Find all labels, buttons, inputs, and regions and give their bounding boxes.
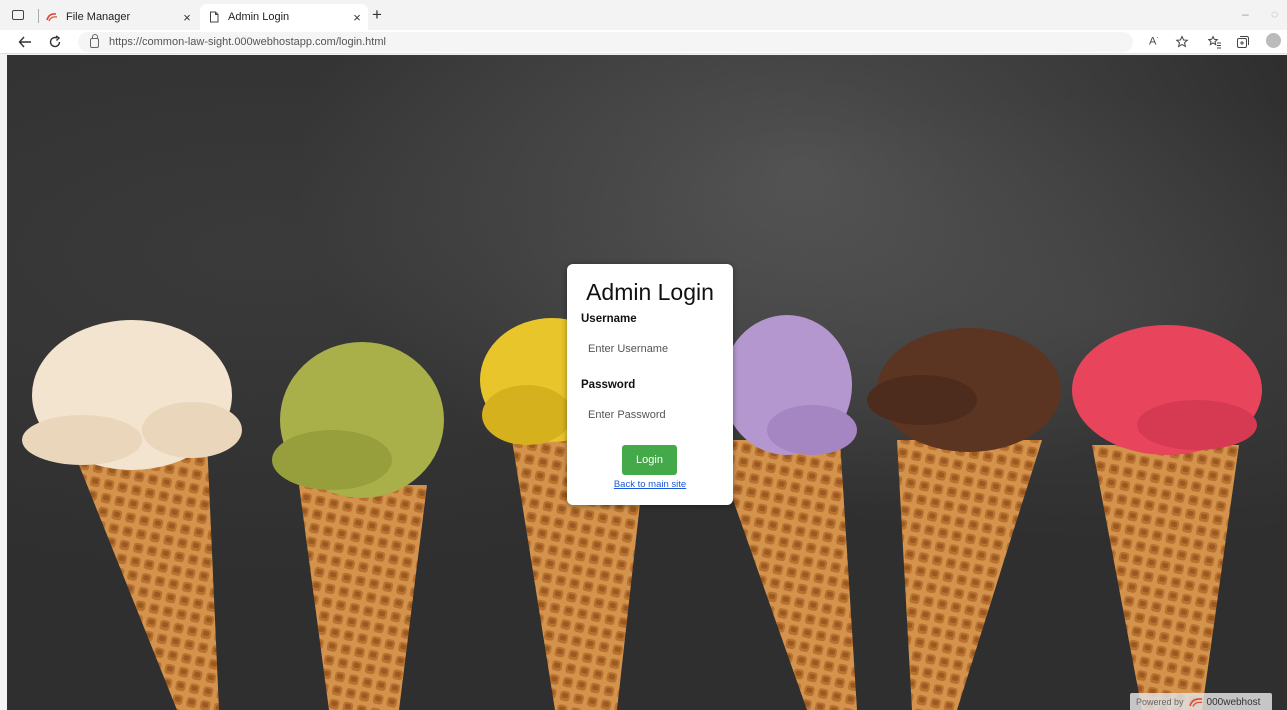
login-card: Admin Login Username Password Login Back…	[567, 264, 733, 505]
favorites-list-icon[interactable]	[1208, 35, 1222, 49]
url-text: https://common-law-sight.000webhostapp.c…	[109, 36, 386, 48]
tab-file-manager[interactable]: File Manager ×	[46, 4, 198, 30]
password-input[interactable]	[581, 402, 719, 428]
url-field[interactable]: https://common-law-sight.000webhostapp.c…	[78, 32, 1133, 52]
new-tab-button[interactable]: +	[372, 5, 382, 25]
tab-title: Admin Login	[228, 11, 290, 23]
close-tab-icon[interactable]: ×	[176, 10, 198, 25]
favorite-star-icon[interactable]	[1175, 35, 1189, 49]
window-restore-icon[interactable]: ◌	[1271, 7, 1278, 21]
page-title: Admin Login	[586, 279, 714, 305]
lock-icon	[90, 34, 99, 48]
password-label: Password	[581, 379, 636, 391]
collections-icon[interactable]	[1236, 35, 1250, 49]
read-aloud-icon[interactable]: Aᐧ	[1149, 34, 1158, 48]
minimize-icon[interactable]: –	[1242, 7, 1249, 21]
close-tab-icon[interactable]: ×	[346, 10, 368, 25]
page-icon	[210, 11, 219, 23]
username-input[interactable]	[581, 336, 719, 362]
webhost-favicon-icon	[46, 13, 58, 22]
back-to-main-site-link[interactable]: Back to main site	[567, 479, 733, 490]
address-bar: https://common-law-sight.000webhostapp.c…	[0, 30, 1287, 54]
tab-separator	[38, 9, 39, 23]
refresh-icon[interactable]	[48, 35, 62, 49]
login-button[interactable]: Login	[622, 445, 677, 475]
tab-actions-icon[interactable]	[10, 7, 26, 23]
back-arrow-icon[interactable]	[18, 35, 32, 49]
tab-admin-login[interactable]: Admin Login ×	[200, 4, 368, 30]
webhost-brand-name: 000webhost	[1206, 696, 1261, 708]
browser-tab-bar: File Manager × Admin Login × + – ◌	[0, 0, 1287, 30]
powered-by-badge[interactable]: Powered by 000webhost	[1130, 693, 1272, 710]
webhost-logo-icon	[1188, 698, 1202, 707]
powered-by-label: Powered by	[1136, 697, 1184, 707]
profile-avatar[interactable]	[1266, 33, 1281, 48]
login-page: Admin Login Username Password Login Back…	[7, 55, 1287, 710]
tab-title: File Manager	[66, 11, 131, 23]
username-label: Username	[581, 313, 637, 325]
